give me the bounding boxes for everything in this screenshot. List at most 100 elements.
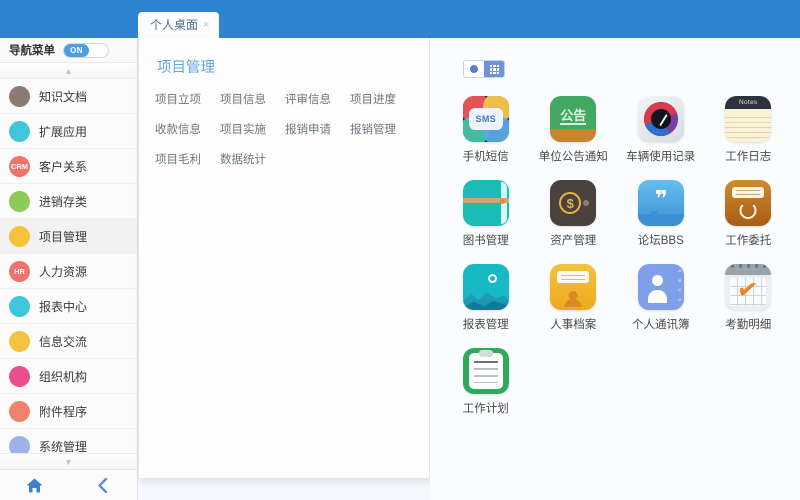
library-icon[interactable] [462, 180, 509, 226]
sidebar-scroll-down-icon[interactable]: ▼ [0, 453, 137, 469]
sidebar-item-label: 项目管理 [39, 229, 88, 244]
sidebar-item-2[interactable]: 扩展应用 [0, 114, 137, 149]
apps-icon [9, 120, 30, 142]
grid-view-option[interactable] [484, 61, 504, 77]
sms-icon[interactable]: SMS [462, 96, 509, 142]
app-label: 工作日志 [725, 151, 772, 163]
dropdown-item-1[interactable]: 项目立项 [155, 91, 218, 107]
app-label: 人事档案 [550, 319, 597, 331]
dropdown-item-10[interactable]: 数据统计 [220, 151, 283, 167]
app-tile-7[interactable]: ❞ 论坛BBS [617, 180, 705, 248]
nav-menu-switch-state: ON [64, 43, 89, 57]
app-tile-10[interactable]: 人事档案 [530, 264, 618, 332]
sidebar-item-5[interactable]: 项目管理 [0, 219, 137, 254]
tab-close-icon[interactable]: × [203, 12, 209, 38]
vehicle-icon[interactable] [637, 96, 684, 142]
dropdown-item-6[interactable]: 项目实施 [220, 121, 283, 137]
grid-view-icon [489, 64, 499, 74]
nav-menu-label: 导航菜单 [9, 45, 55, 57]
app-label: 报表管理 [462, 319, 509, 331]
sidebar-item-label: 客户关系 [39, 159, 88, 174]
sidebar-item-9[interactable]: 组织机构 [0, 359, 137, 394]
app-tile-12[interactable]: ✔ 考勤明细 [705, 264, 793, 332]
app-tile-9[interactable]: 报表管理 [442, 264, 530, 332]
asset-icon[interactable]: $ [550, 180, 597, 226]
sidebar-item-10[interactable]: 附件程序 [0, 394, 137, 429]
sidebar-item-label: 知识文档 [39, 89, 88, 104]
sidebar-item-label: 进销存类 [39, 194, 88, 209]
sidebar-item-6[interactable]: HR 人力资源 [0, 254, 137, 289]
app-tile-2[interactable]: 公告 单位公告通知 [530, 96, 618, 164]
notes-icon[interactable]: Notes [725, 96, 772, 142]
home-icon[interactable] [0, 478, 69, 493]
system-icon [9, 435, 30, 453]
attendance-icon[interactable]: ✔ [725, 264, 772, 310]
sidebar-item-8[interactable]: 信息交流 [0, 324, 137, 359]
app-tile-6[interactable]: $ 资产管理 [530, 180, 618, 248]
nav-menu-toggle-row[interactable]: 导航菜单 ON [0, 38, 137, 63]
inventory-icon [9, 190, 30, 212]
back-chevron-icon[interactable] [69, 477, 138, 493]
view-mode-toggle[interactable] [463, 60, 505, 78]
sidebar-item-label: 报表中心 [39, 299, 88, 314]
app-tile-4[interactable]: Notes 工作日志 [705, 96, 793, 164]
dropdown-item-9[interactable]: 项目毛利 [155, 151, 218, 167]
project-icon [9, 225, 30, 247]
dropdown-item-7[interactable]: 报销申请 [285, 121, 348, 137]
tab-label: 个人桌面 [150, 18, 199, 32]
sidebar-footer [0, 469, 137, 500]
sidebar-item-4[interactable]: 进销存类 [0, 184, 137, 219]
sidebar-item-label: 扩展应用 [39, 124, 88, 139]
app-tile-11[interactable]: A B C D 个人通讯簿 [617, 264, 705, 332]
app-label: 车辆使用记录 [626, 151, 696, 163]
hr-icon: HR [9, 260, 30, 282]
main-content: SMS 手机短信 公告 单位公告通知 车辆使用记录 Notes 工作日志图书管理 $ 资产管理 ❞… [430, 38, 800, 500]
message-icon [9, 330, 30, 352]
plan-icon[interactable] [462, 348, 509, 394]
dropdown-item-5[interactable]: 收款信息 [155, 121, 218, 137]
app-tile-13[interactable]: 工作计划 [442, 348, 530, 416]
list-view-icon [470, 65, 478, 73]
nav-menu-switch[interactable]: ON [63, 42, 109, 58]
tab-personal-desktop[interactable]: 个人桌面 × [138, 12, 220, 38]
announcement-icon[interactable]: 公告 [550, 96, 597, 142]
org-icon [9, 365, 30, 387]
delegate-icon[interactable] [725, 180, 772, 226]
sidebar-item-11[interactable]: 系统管理 [0, 429, 137, 453]
sidebar-item-1[interactable]: 知识文档 [0, 79, 137, 114]
app-label: 考勤明细 [725, 319, 772, 331]
book-icon [9, 85, 30, 107]
dropdown-item-4[interactable]: 项目进度 [350, 91, 413, 107]
app-label: 资产管理 [550, 235, 597, 247]
app-label: 图书管理 [462, 235, 509, 247]
app-label: 工作委托 [725, 235, 772, 247]
app-tile-3[interactable]: 车辆使用记录 [617, 96, 705, 164]
sidebar-scroll-up-icon[interactable]: ▲ [0, 63, 137, 79]
personnel-icon[interactable] [550, 264, 597, 310]
sidebar-item-label: 附件程序 [39, 404, 88, 419]
app-label: 论坛BBS [637, 235, 684, 247]
sidebar-item-label: 组织机构 [39, 369, 88, 384]
app-tile-8[interactable]: 工作委托 [705, 180, 793, 248]
sidebar-item-label: 系统管理 [39, 439, 88, 454]
app-grid: SMS 手机短信 公告 单位公告通知 车辆使用记录 Notes 工作日志图书管理 $ 资产管理 ❞… [442, 96, 792, 416]
project-management-dropdown-panel: 项目管理 项目立项 项目信息 评审信息 项目进度 收款信息 项目实施 报销申请 报销管理 项目毛… [138, 38, 430, 479]
report-chart-icon[interactable] [462, 264, 509, 310]
list-view-option[interactable] [464, 61, 484, 77]
dropdown-item-3[interactable]: 评审信息 [285, 91, 348, 107]
tab-strip: 个人桌面 × [138, 6, 220, 38]
dropdown-item-8[interactable]: 报销管理 [350, 121, 413, 137]
dropdown-items-grid: 项目立项 项目信息 评审信息 项目进度收款信息 项目实施 报销申请 报销管理项目毛利 数据统计 [155, 91, 413, 167]
app-tile-5[interactable]: 图书管理 [442, 180, 530, 248]
app-label: 工作计划 [462, 403, 509, 415]
sidebar-item-7[interactable]: 报表中心 [0, 289, 137, 324]
app-tile-1[interactable]: SMS 手机短信 [442, 96, 530, 164]
sidebar-item-label: 人力资源 [39, 264, 88, 279]
sidebar-item-3[interactable]: CRM 客户关系 [0, 149, 137, 184]
forum-icon[interactable]: ❞ [637, 180, 684, 226]
sidebar-item-label: 信息交流 [39, 334, 88, 349]
dropdown-item-2[interactable]: 项目信息 [220, 91, 283, 107]
app-header: 个人桌面 × [0, 0, 800, 38]
contacts-icon[interactable]: ABCD [637, 264, 684, 310]
report-icon [9, 295, 30, 317]
